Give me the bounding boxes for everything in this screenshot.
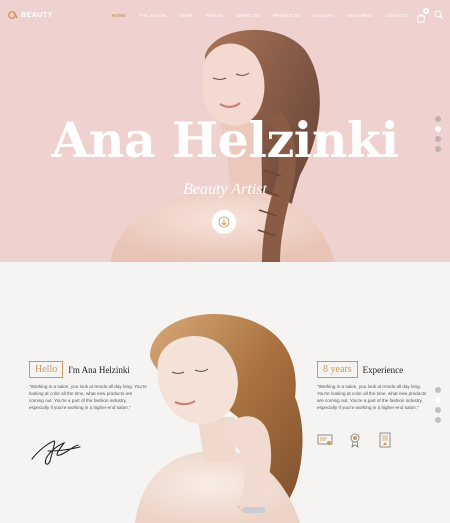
credential-badges <box>317 432 393 448</box>
hero-slide-dots <box>435 116 441 152</box>
slide-dot[interactable] <box>435 136 441 142</box>
menu-item-home[interactable]: HOME <box>112 13 126 18</box>
slide-dot[interactable] <box>435 146 441 152</box>
hero-section: BEAUTY HOME THE SALON TEAM PRICES SERVIC… <box>0 0 450 262</box>
menu-item-products[interactable]: PRODUCTS <box>273 13 300 18</box>
hero-title: Ana Helzinki <box>51 111 399 169</box>
menu-item-team[interactable]: TEAM <box>179 13 192 18</box>
intro-heading: Hello I'm Ana Helzinki <box>29 361 130 378</box>
slide-dot[interactable] <box>435 407 441 413</box>
intro-text: "Working in a salon, you look at trends … <box>29 384 147 410</box>
slide-dot[interactable] <box>435 116 441 122</box>
brand-logo[interactable]: BEAUTY <box>8 10 53 20</box>
menu-item-contact[interactable]: CONTACT <box>386 13 409 18</box>
hero-subtitle: Beauty Artist <box>183 181 267 198</box>
logo-icon <box>8 11 18 19</box>
search-icon[interactable] <box>434 10 444 20</box>
menu-item-the-salon[interactable]: THE SALON <box>139 13 166 18</box>
diploma-icon <box>379 432 391 448</box>
menu-item-features[interactable]: FEATURES <box>348 13 373 18</box>
award-medal-icon <box>350 433 360 448</box>
cart-icon <box>417 14 425 23</box>
nav-actions: 0 <box>416 8 444 23</box>
experience-text: "Working in a salon, you look at trends … <box>317 384 427 410</box>
experience-label: Experience <box>362 364 404 375</box>
menu-item-services[interactable]: SERVICES <box>236 13 260 18</box>
top-navigation: BEAUTY HOME THE SALON TEAM PRICES SERVIC… <box>0 0 450 32</box>
menu-item-gallery[interactable]: GALLERY <box>313 13 335 18</box>
cart-count-badge: 0 <box>423 8 429 14</box>
signature-image <box>31 440 81 465</box>
intro-name: I'm Ana Helzinki <box>68 364 130 375</box>
experience-heading: 8 years Experience <box>317 361 403 378</box>
years-box: 8 years <box>317 361 358 378</box>
slide-dot[interactable] <box>435 387 441 393</box>
menu-item-prices[interactable]: PRICES <box>205 13 223 18</box>
slide-dot-active[interactable] <box>435 126 441 132</box>
slide-dot-active[interactable] <box>435 397 441 403</box>
main-menu: HOME THE SALON TEAM PRICES SERVICES PROD… <box>112 13 421 18</box>
scroll-down-button[interactable] <box>212 210 236 234</box>
cart-button[interactable]: 0 <box>416 8 429 23</box>
hello-box: Hello <box>29 361 64 378</box>
arrow-down-icon <box>218 216 230 228</box>
brand-name: BEAUTY <box>21 11 53 19</box>
section-slide-dots <box>435 387 441 423</box>
certificate-icon <box>317 434 333 445</box>
slide-dot[interactable] <box>435 417 441 423</box>
